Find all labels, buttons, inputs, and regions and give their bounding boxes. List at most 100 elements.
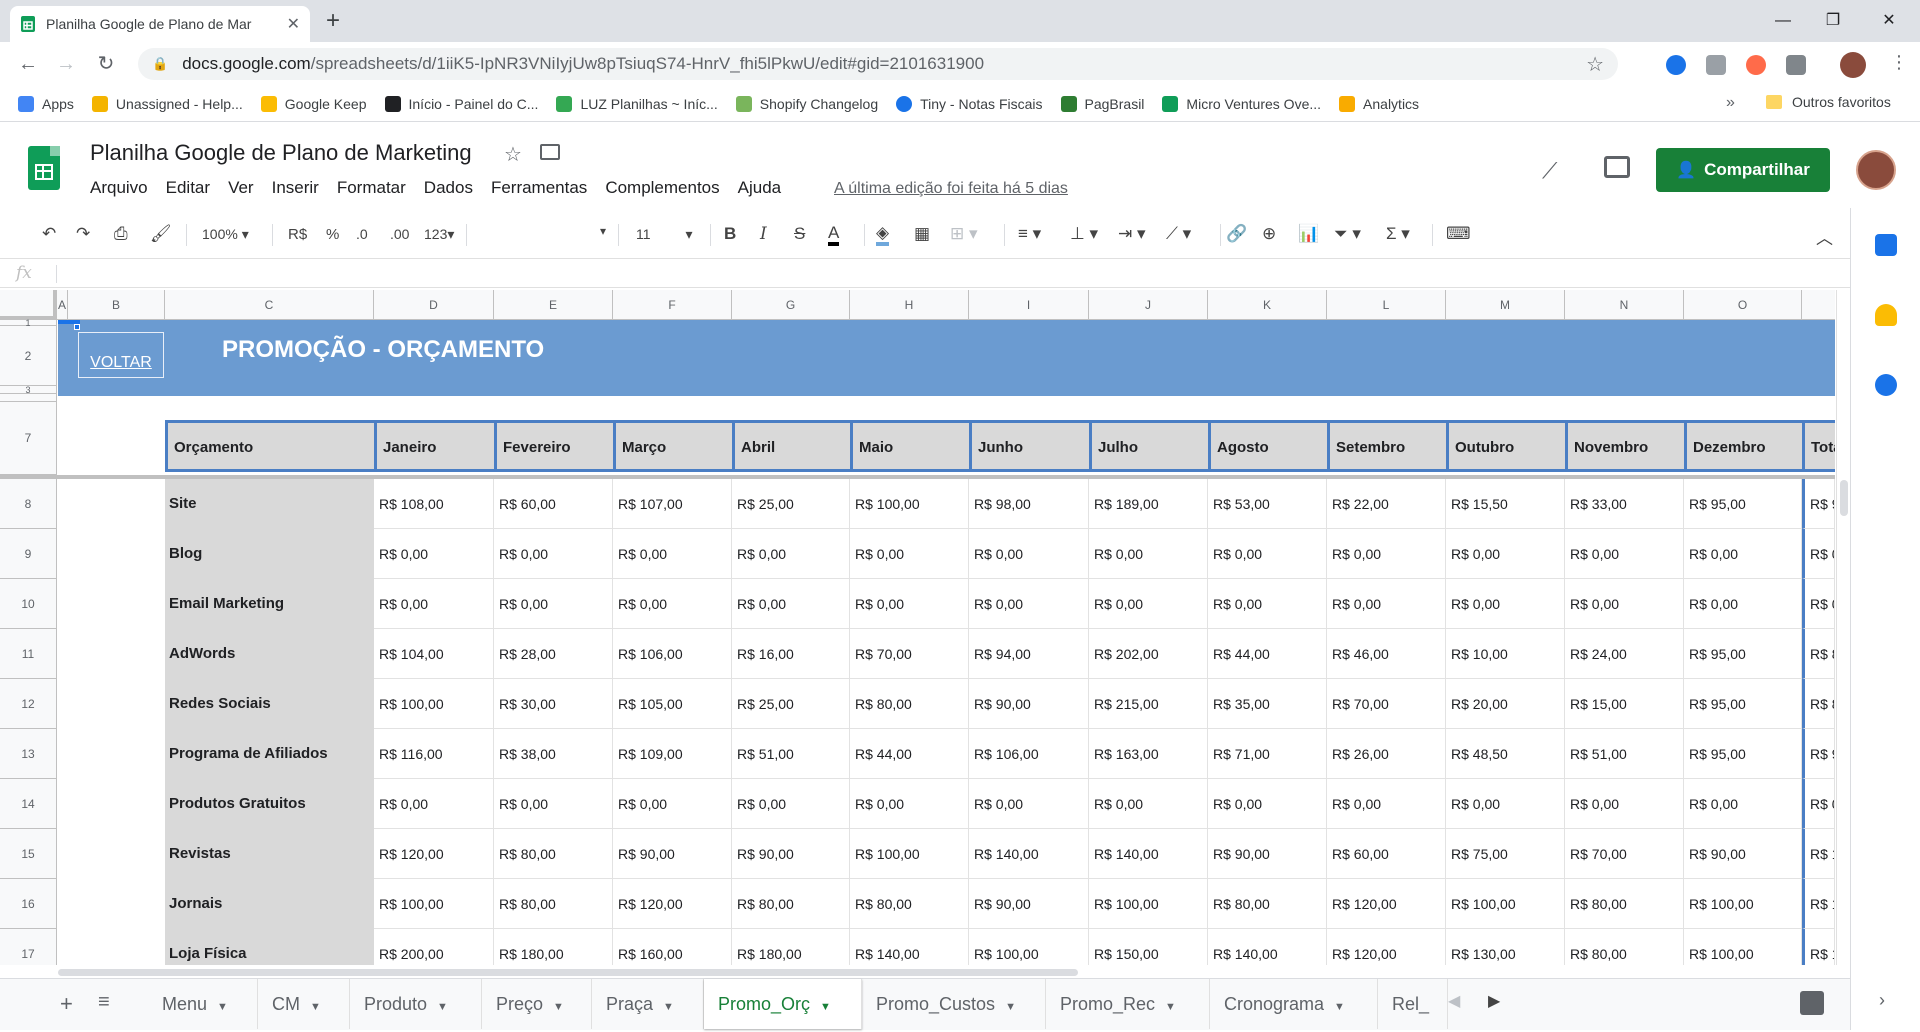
reload-icon[interactable]: ↻ [92,50,120,78]
value-cell[interactable]: R$ 105,00 [613,679,732,729]
chrome-menu-icon[interactable]: ⋮ [1890,52,1908,73]
value-cell[interactable]: R$ 0,00 [1565,529,1684,579]
sheet-tab[interactable]: CM ▼ [258,979,350,1029]
value-cell[interactable]: R$ 0,00 [850,529,969,579]
other-bookmarks-folder[interactable]: Outros favoritos [1766,94,1891,110]
value-cell[interactable]: R$ 0,00 [969,579,1089,629]
input-tools-keyboard-icon[interactable]: ⌨ [1446,224,1471,244]
row-header[interactable]: 7 [0,402,57,475]
table-header-month[interactable]: Fevereiro [494,420,613,472]
new-tab-icon[interactable]: + [326,9,340,33]
value-cell[interactable]: R$ 0,00 [732,779,850,829]
value-cell[interactable]: R$ 120,00 [613,879,732,929]
value-cell[interactable]: R$ 215,00 [1089,679,1208,729]
bookmark-item[interactable]: PagBrasil [1060,95,1144,112]
table-header-month[interactable]: Setembro [1327,420,1446,472]
value-cell[interactable]: R$ 140,00 [1089,829,1208,879]
sheet-tab[interactable]: Promo_Rec ▼ [1046,979,1210,1029]
value-cell[interactable]: R$ 71,00 [1208,729,1327,779]
value-cell[interactable]: R$ 100,00 [850,479,969,529]
value-cell[interactable]: R$ 80,00 [494,879,613,929]
value-cell[interactable]: R$ 8 [1802,679,1835,729]
functions-icon[interactable]: Σ ▾ [1386,224,1410,244]
value-cell[interactable]: R$ 0,00 [850,579,969,629]
share-button[interactable]: 👤 Compartilhar [1656,148,1830,192]
sheet-tab[interactable]: Preço ▼ [482,979,592,1029]
increase-decimals-button[interactable]: .00 [390,226,409,242]
value-cell[interactable]: R$ 130,00 [1446,929,1565,965]
value-cell[interactable]: R$ 0,00 [969,529,1089,579]
chrome-profile-avatar[interactable] [1840,52,1866,78]
value-cell[interactable]: R$ 160,00 [613,929,732,965]
value-cell[interactable]: R$ 163,00 [1089,729,1208,779]
sheet-tab-menu-icon[interactable]: ▼ [820,1001,831,1013]
vertical-scrollbar[interactable] [1836,290,1850,965]
undo-icon[interactable]: ↶ [42,224,56,244]
column-header[interactable]: N [1565,290,1684,320]
currency-format-button[interactable]: R$ [288,226,307,243]
row-header[interactable] [0,394,57,402]
value-cell[interactable]: R$ 0,00 [1565,579,1684,629]
value-cell[interactable]: R$ 0,00 [1684,779,1802,829]
column-header[interactable]: D [374,290,494,320]
value-cell[interactable]: R$ 9 [1802,729,1835,779]
value-cell[interactable]: R$ 80,00 [494,829,613,879]
sheets-logo-icon[interactable] [28,146,60,190]
value-cell[interactable]: R$ 60,00 [494,479,613,529]
more-formats-select[interactable]: 123▾ [424,226,454,243]
percent-format-button[interactable]: % [326,226,339,243]
menu-complementos[interactable]: Complementos [605,178,719,198]
value-cell[interactable]: R$ 109,00 [613,729,732,779]
text-color-icon[interactable]: A [828,224,840,246]
sheet-tab-menu-icon[interactable]: ▼ [1334,1001,1345,1013]
formula-bar[interactable]: fx [0,258,1850,288]
value-cell[interactable]: R$ 95,00 [1684,479,1802,529]
value-cell[interactable]: R$ 106,00 [613,629,732,679]
close-window-icon[interactable]: ✕ [1866,6,1912,36]
last-edit-link[interactable]: A última edição foi feita há 5 dias [834,180,1068,198]
bookmark-item[interactable]: Início - Painel do C... [384,95,538,112]
value-cell[interactable]: R$ 0,00 [1565,779,1684,829]
row-label-cell[interactable]: Blog [165,529,374,579]
bookmark-item[interactable]: Tiny - Notas Fiscais [896,95,1043,112]
table-header-month[interactable]: Novembro [1565,420,1684,472]
bookmark-star-icon[interactable]: ☆ [1586,52,1604,77]
bookmark-item[interactable]: Google Keep [260,95,367,112]
sheet-tab-menu-icon[interactable]: ▼ [437,1001,448,1013]
all-sheets-icon[interactable]: ≡ [98,991,110,1014]
sheet-tab[interactable]: Promo_Custos ▼ [862,979,1046,1029]
sheet-tab-menu-icon[interactable]: ▼ [217,1001,228,1013]
row-header[interactable]: 14 [0,779,57,829]
value-cell[interactable]: R$ 1 [1802,829,1835,879]
select-all-corner[interactable] [0,290,57,320]
column-header[interactable]: C [165,290,374,320]
value-cell[interactable]: R$ 106,00 [969,729,1089,779]
row-label-cell[interactable]: Redes Sociais [165,679,374,729]
column-header[interactable]: O [1684,290,1802,320]
row-header[interactable]: 9 [0,529,57,579]
value-cell[interactable]: R$ 100,00 [374,679,494,729]
value-cell[interactable]: R$ 25,00 [732,679,850,729]
value-cell[interactable]: R$ 30,00 [494,679,613,729]
value-cell[interactable]: R$ 8 [1802,629,1835,679]
value-cell[interactable]: R$ 51,00 [732,729,850,779]
bookmark-item[interactable]: Unassigned - Help... [91,95,243,112]
value-cell[interactable]: R$ 100,00 [1684,879,1802,929]
value-cell[interactable]: R$ 180,00 [732,929,850,965]
row-label-cell[interactable]: Site [165,479,374,529]
sheet-tab[interactable]: Cronograma ▼ [1210,979,1378,1029]
restore-icon[interactable]: ❐ [1810,6,1856,36]
value-cell[interactable]: R$ 90,00 [969,879,1089,929]
row-header[interactable]: 12 [0,679,57,729]
bold-icon[interactable]: B [724,224,736,244]
menu-formatar[interactable]: Formatar [337,178,406,198]
value-cell[interactable]: R$ 95,00 [1684,729,1802,779]
insert-link-icon[interactable]: 🔗 [1226,224,1247,244]
value-cell[interactable]: R$ 140,00 [850,929,969,965]
sheet-tab-menu-icon[interactable]: ▼ [1165,1001,1176,1013]
row-header[interactable]: 2 [0,326,57,386]
value-cell[interactable]: R$ 0,00 [613,529,732,579]
value-cell[interactable]: R$ 44,00 [850,729,969,779]
table-header-month[interactable]: Julho [1089,420,1208,472]
value-cell[interactable]: R$ 44,00 [1208,629,1327,679]
